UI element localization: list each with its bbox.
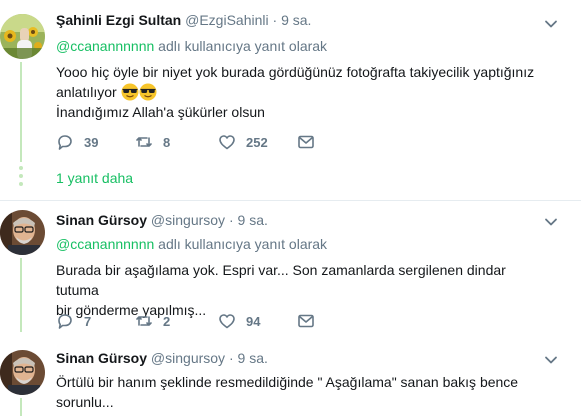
message-icon xyxy=(298,314,314,328)
tweet-text-line: Burada bir aşağılama yok. Espri var... S… xyxy=(56,262,506,298)
reply-count: 7 xyxy=(84,313,92,329)
timestamp[interactable]: 9 sa. xyxy=(238,350,268,366)
like-count: 94 xyxy=(246,313,261,329)
tweet-header: Sinan Gürsoy @singursoy · 9 sa. xyxy=(56,350,268,366)
reply-button[interactable]: 39 xyxy=(56,132,98,152)
tweet-3[interactable]: Sinan Gürsoy @singursoy · 9 sa. Örtülü b… xyxy=(0,340,581,416)
user-handle[interactable]: @singursoy xyxy=(151,212,225,228)
message-icon xyxy=(298,135,314,149)
reply-count: 39 xyxy=(84,134,99,150)
tweet-text-line: anlatılıyor xyxy=(56,84,117,100)
retweet-count: 8 xyxy=(163,134,171,150)
avatar[interactable] xyxy=(0,14,45,59)
reply-to-link[interactable]: @ccanannnnnn xyxy=(56,38,154,54)
reply-button[interactable]: 7 xyxy=(56,311,91,331)
user-handle[interactable]: @singursoy xyxy=(151,350,225,366)
reply-icon xyxy=(58,135,72,150)
chevron-down-icon[interactable] xyxy=(543,16,559,32)
direct-message-button[interactable] xyxy=(297,311,325,331)
show-more-replies-link[interactable]: 1 yanıt daha xyxy=(56,170,133,186)
like-count: 252 xyxy=(246,134,268,150)
tweet-actions: 7 2 94 xyxy=(56,311,536,331)
direct-message-button[interactable] xyxy=(297,132,325,152)
reply-to-suffix: adlı kullanıcıya yanıt olarak xyxy=(154,236,328,252)
display-name[interactable]: Sinan Gürsoy xyxy=(56,212,147,228)
sunglasses-emoji-icon xyxy=(121,83,139,101)
separator: · xyxy=(228,212,234,228)
retweet-button[interactable]: 2 xyxy=(135,311,170,331)
timestamp[interactable]: 9 sa. xyxy=(238,212,268,228)
like-icon xyxy=(219,135,235,150)
tweet-2[interactable]: Sinan Gürsoy @singursoy · 9 sa. @ccanann… xyxy=(0,200,581,340)
tweet-text-line: Yooo hiç öyle bir niyet yok burada gördü… xyxy=(56,64,535,80)
replying-to: @ccanannnnnn adlı kullanıcıya yanıt olar… xyxy=(56,236,327,252)
like-button[interactable]: 94 xyxy=(218,311,260,331)
reply-to-link[interactable]: @ccanannnnnn xyxy=(56,236,154,252)
chevron-down-icon[interactable] xyxy=(543,352,559,368)
thread-line xyxy=(20,62,22,162)
thread-dots xyxy=(19,166,23,190)
thread-line xyxy=(20,258,22,332)
tweet-1[interactable]: Şahinli Ezgi Sultan @EzgiSahinli · 9 sa.… xyxy=(0,0,581,200)
tweet-header: Şahinli Ezgi Sultan @EzgiSahinli · 9 sa. xyxy=(56,12,311,28)
tweet-text: Yooo hiç öyle bir niyet yok burada gördü… xyxy=(56,62,536,122)
tweet-actions: 39 8 252 xyxy=(56,132,536,152)
tweet-text-line: İnandığımız Allah'a şükürler olsun xyxy=(56,104,265,120)
retweet-icon xyxy=(136,316,152,326)
avatar[interactable] xyxy=(0,350,45,395)
tweet-header: Sinan Gürsoy @singursoy · 9 sa. xyxy=(56,212,268,228)
tweet-text: Örtülü bir hanım şeklinde resmedildiğind… xyxy=(56,372,536,412)
retweet-button[interactable]: 8 xyxy=(135,132,170,152)
sunglasses-emoji-icon xyxy=(139,83,157,101)
like-button[interactable]: 252 xyxy=(218,132,268,152)
retweet-icon xyxy=(136,137,152,147)
display-name[interactable]: Sinan Gürsoy xyxy=(56,350,147,366)
retweet-count: 2 xyxy=(163,313,171,329)
tweet-text-line: sorunlu... xyxy=(56,394,114,410)
chevron-down-icon[interactable] xyxy=(543,214,559,230)
like-icon xyxy=(219,314,235,329)
reply-icon xyxy=(58,314,72,329)
separator: · xyxy=(228,350,234,366)
display-name[interactable]: Şahinli Ezgi Sultan xyxy=(56,12,181,28)
replying-to: @ccanannnnnn adlı kullanıcıya yanıt olar… xyxy=(56,38,327,54)
thread-line xyxy=(20,398,22,416)
separator: · xyxy=(272,12,278,28)
user-handle[interactable]: @EzgiSahinli xyxy=(185,12,268,28)
tweet-text-line: Örtülü bir hanım şeklinde resmedildiğind… xyxy=(56,374,519,390)
reply-to-suffix: adlı kullanıcıya yanıt olarak xyxy=(154,38,328,54)
timestamp[interactable]: 9 sa. xyxy=(281,12,311,28)
avatar[interactable] xyxy=(0,210,45,255)
